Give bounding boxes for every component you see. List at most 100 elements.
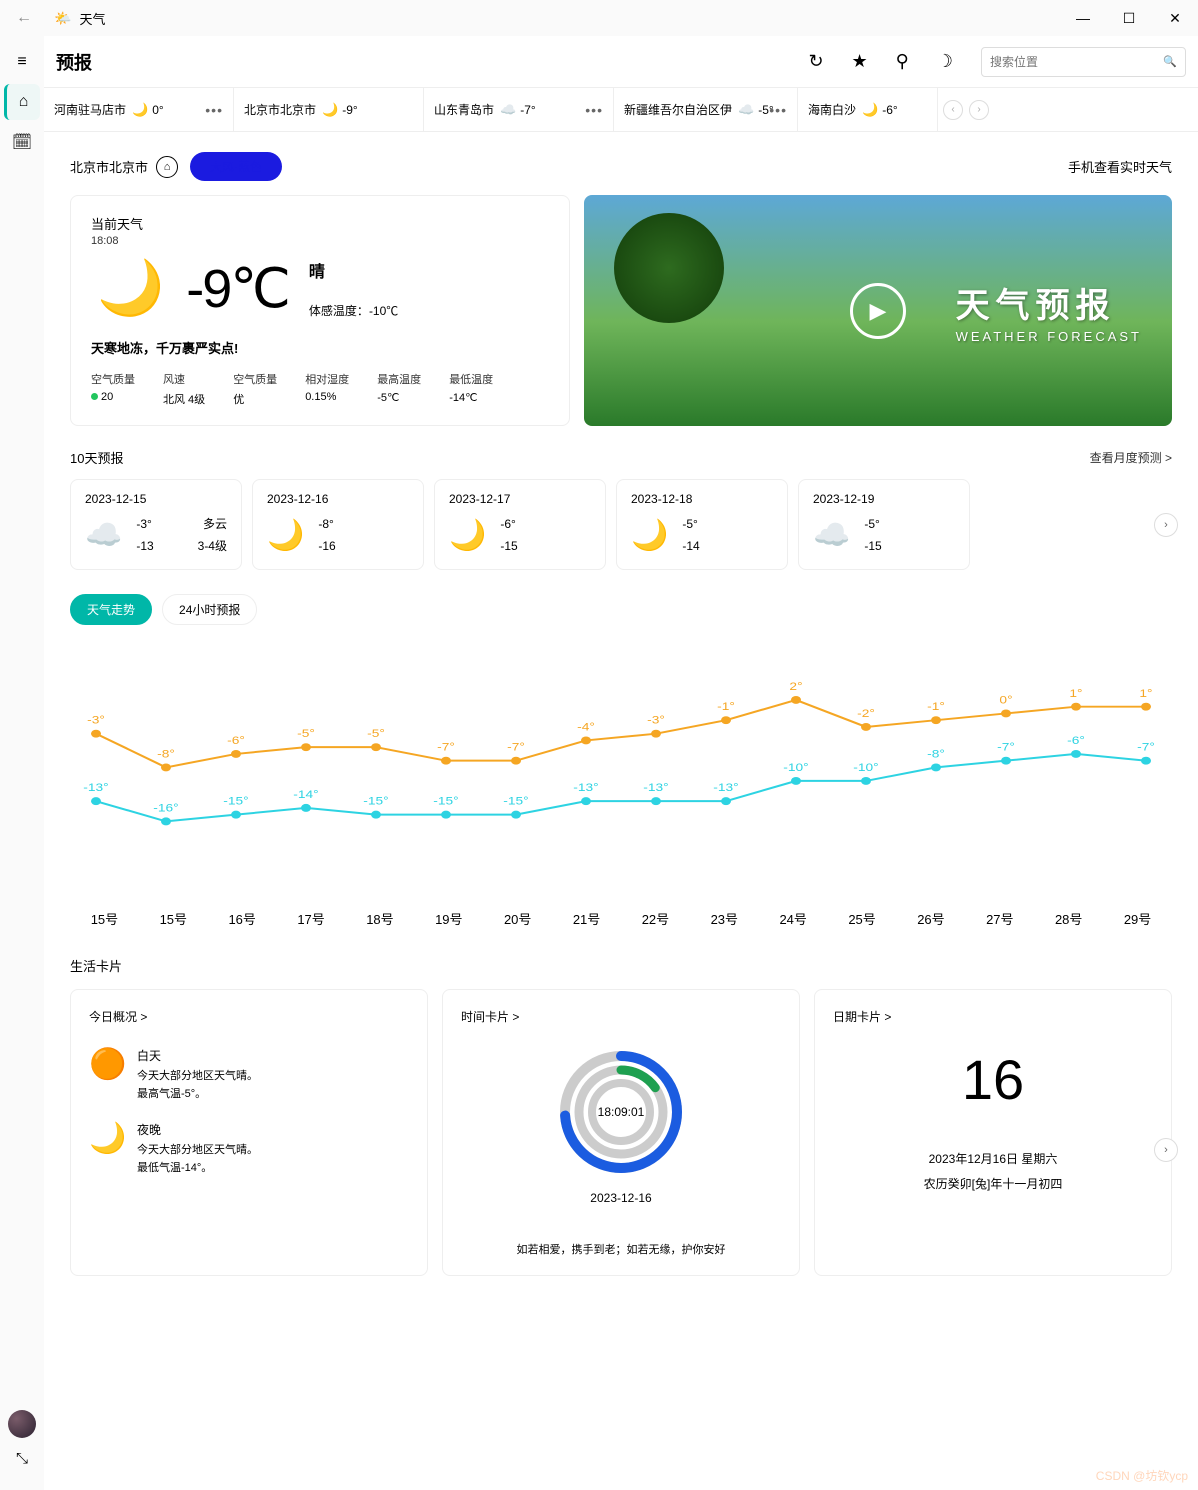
day-next[interactable]: › xyxy=(1154,513,1178,537)
current-header: 当前天气 xyxy=(91,214,549,233)
more-icon[interactable]: ••• xyxy=(205,102,223,118)
date-big: 16 xyxy=(833,1047,1153,1112)
moon-icon: 🌙 xyxy=(89,1121,123,1177)
day-card[interactable]: 2023-12-18🌙-5°-14 xyxy=(616,479,788,570)
svg-text:-1°: -1° xyxy=(717,701,735,713)
svg-text:-13°: -13° xyxy=(573,782,598,794)
expand-icon[interactable]: ⤡ xyxy=(8,1450,36,1478)
current-temp: -9℃ xyxy=(186,257,289,320)
moon-icon: 🌙 xyxy=(132,102,148,118)
clock-time: 18:09:01 xyxy=(598,1105,645,1119)
svg-text:-2°: -2° xyxy=(857,708,875,720)
moon-icon: 🌙 xyxy=(322,102,338,118)
svg-text:-5°: -5° xyxy=(367,728,385,740)
titlebar: ← 🌤️ 天气 — ☐ ✕ xyxy=(0,0,1198,36)
svg-text:-13°: -13° xyxy=(83,782,108,794)
svg-text:-15°: -15° xyxy=(223,795,248,807)
svg-text:-7°: -7° xyxy=(997,741,1015,753)
svg-text:0°: 0° xyxy=(999,694,1012,706)
life-next[interactable]: › xyxy=(1154,1138,1178,1162)
minimize-button[interactable]: — xyxy=(1060,0,1106,36)
svg-text:-6°: -6° xyxy=(227,735,245,747)
svg-text:-15°: -15° xyxy=(433,795,458,807)
time-card: 时间卡片 > 18:09:01 2023-12-16 xyxy=(442,989,800,1276)
tab-hourly[interactable]: 24小时预报 xyxy=(162,594,257,625)
search-icon: 🔍 xyxy=(1163,55,1177,68)
metric: 最低温度-14℃ xyxy=(449,371,493,407)
city-prev[interactable]: ‹ xyxy=(943,100,963,120)
svg-text:1°: 1° xyxy=(1139,687,1152,699)
life-title: 生活卡片 xyxy=(70,956,1172,975)
play-icon[interactable]: ▶ xyxy=(850,283,906,339)
alert-badge[interactable]: 大风·蓝色 xyxy=(190,152,282,181)
svg-text:-10°: -10° xyxy=(783,761,808,773)
content: 北京市北京市 ⌂ 大风·蓝色 手机查看实时天气 当前天气 18:08 🌙 -9℃… xyxy=(44,132,1198,1490)
search-input[interactable] xyxy=(990,55,1163,69)
chart-xaxis: 15号15号16号17号18号19号20号21号22号23号24号25号26号2… xyxy=(70,909,1172,928)
svg-text:-15°: -15° xyxy=(363,795,388,807)
metric: 相对湿度0.15% xyxy=(305,371,349,407)
topbar: 预报 ↻ ★ ⚲ ☽ 🔍 xyxy=(44,36,1198,88)
city-cell[interactable]: 海南白沙🌙-6° xyxy=(798,88,938,131)
svg-text:-4°: -4° xyxy=(577,721,595,733)
tab-trend[interactable]: 天气走势 xyxy=(70,594,152,625)
current-weather-card: 当前天气 18:08 🌙 -9℃ 晴 体感温度：-10℃ 天寒地冻，千万裹严实点… xyxy=(70,195,570,426)
theme-icon[interactable]: ☽ xyxy=(937,51,953,72)
video-title-en: WEATHER FORECAST xyxy=(956,329,1142,344)
feels-like: 体感温度：-10℃ xyxy=(309,302,398,319)
more-icon[interactable]: ••• xyxy=(769,102,787,118)
svg-text:-3°: -3° xyxy=(87,714,105,726)
moon-icon: 🌙 xyxy=(862,102,878,118)
refresh-icon[interactable]: ↻ xyxy=(808,51,823,72)
svg-text:-15°: -15° xyxy=(503,795,528,807)
condition: 晴 xyxy=(309,258,398,282)
date-card: 日期卡片 > 16 2023年12月16日 星期六 农历癸卯[兔]年十一月初四 xyxy=(814,989,1172,1276)
day-card[interactable]: 2023-12-19☁️-5°-15 xyxy=(798,479,970,570)
time-quote: 如若相爱，携手到老；如若无缘，护你安好 xyxy=(461,1241,781,1257)
metric: 空气质量20 xyxy=(91,371,135,407)
city-cell[interactable]: 河南驻马店市🌙0°••• xyxy=(44,88,234,131)
svg-text:-7°: -7° xyxy=(507,741,525,753)
mobile-link[interactable]: 手机查看实时天气 xyxy=(1068,157,1172,176)
svg-text:1°: 1° xyxy=(1069,687,1082,699)
home-icon[interactable]: ⌂ xyxy=(4,84,40,120)
forecast-video[interactable]: 天气预报 WEATHER FORECAST ▶ xyxy=(584,195,1172,426)
city-strip: 河南驻马店市🌙0°••• 北京市北京市🌙-9° 山东青岛市☁️-7°••• 新疆… xyxy=(44,88,1198,132)
search-box[interactable]: 🔍 xyxy=(981,47,1186,77)
svg-text:-8°: -8° xyxy=(927,748,945,760)
city-cell[interactable]: 山东青岛市☁️-7°••• xyxy=(424,88,614,131)
day-card[interactable]: 2023-12-16🌙-8°-16 xyxy=(252,479,424,570)
city-cell[interactable]: 新疆维吾尔自治区伊☁️-5°••• xyxy=(614,88,798,131)
time-header[interactable]: 时间卡片 > xyxy=(461,1008,781,1025)
avatar[interactable] xyxy=(8,1410,36,1438)
city-cell[interactable]: 北京市北京市🌙-9° xyxy=(234,88,424,131)
app-title: 天气 xyxy=(79,9,105,28)
day-strip: 2023-12-15☁️-3°-13多云3-4级2023-12-16🌙-8°-1… xyxy=(70,479,1172,570)
page-title: 预报 xyxy=(56,49,92,75)
day-card[interactable]: 2023-12-15☁️-3°-13多云3-4级 xyxy=(70,479,242,570)
schedule-icon[interactable]: 🗓 xyxy=(4,124,40,160)
date-header[interactable]: 日期卡片 > xyxy=(833,1008,1153,1025)
current-time: 18:08 xyxy=(91,235,549,247)
app-icon: 🌤️ xyxy=(54,10,71,27)
overview-header[interactable]: 今日概况 > xyxy=(89,1008,409,1025)
close-button[interactable]: ✕ xyxy=(1152,0,1198,36)
menu-icon[interactable]: ≡ xyxy=(4,44,40,80)
city-next[interactable]: › xyxy=(969,100,989,120)
pin-icon[interactable]: ⚲ xyxy=(896,51,909,72)
slogan: 天寒地冻，千万裹严实点! xyxy=(91,338,549,357)
date-line2: 农历癸卯[兔]年十一月初四 xyxy=(833,1175,1153,1192)
svg-text:-7°: -7° xyxy=(437,741,455,753)
overview-card: 今日概况 > 🟠 白天今天大部分地区天气晴。最高气温-5°。 🌙 夜晚今天大部分… xyxy=(70,989,428,1276)
monthly-link[interactable]: 查看月度预测 > xyxy=(1090,449,1172,466)
home-location-icon[interactable]: ⌂ xyxy=(156,156,178,178)
day-card[interactable]: 2023-12-17🌙-6°-15 xyxy=(434,479,606,570)
svg-text:-5°: -5° xyxy=(297,728,315,740)
tree-graphic xyxy=(614,213,724,323)
more-icon[interactable]: ••• xyxy=(585,102,603,118)
moon-icon: 🌙 xyxy=(97,257,164,320)
svg-text:-13°: -13° xyxy=(643,782,668,794)
back-button[interactable]: ← xyxy=(8,9,40,27)
star-icon[interactable]: ★ xyxy=(852,51,868,72)
maximize-button[interactable]: ☐ xyxy=(1106,0,1152,36)
